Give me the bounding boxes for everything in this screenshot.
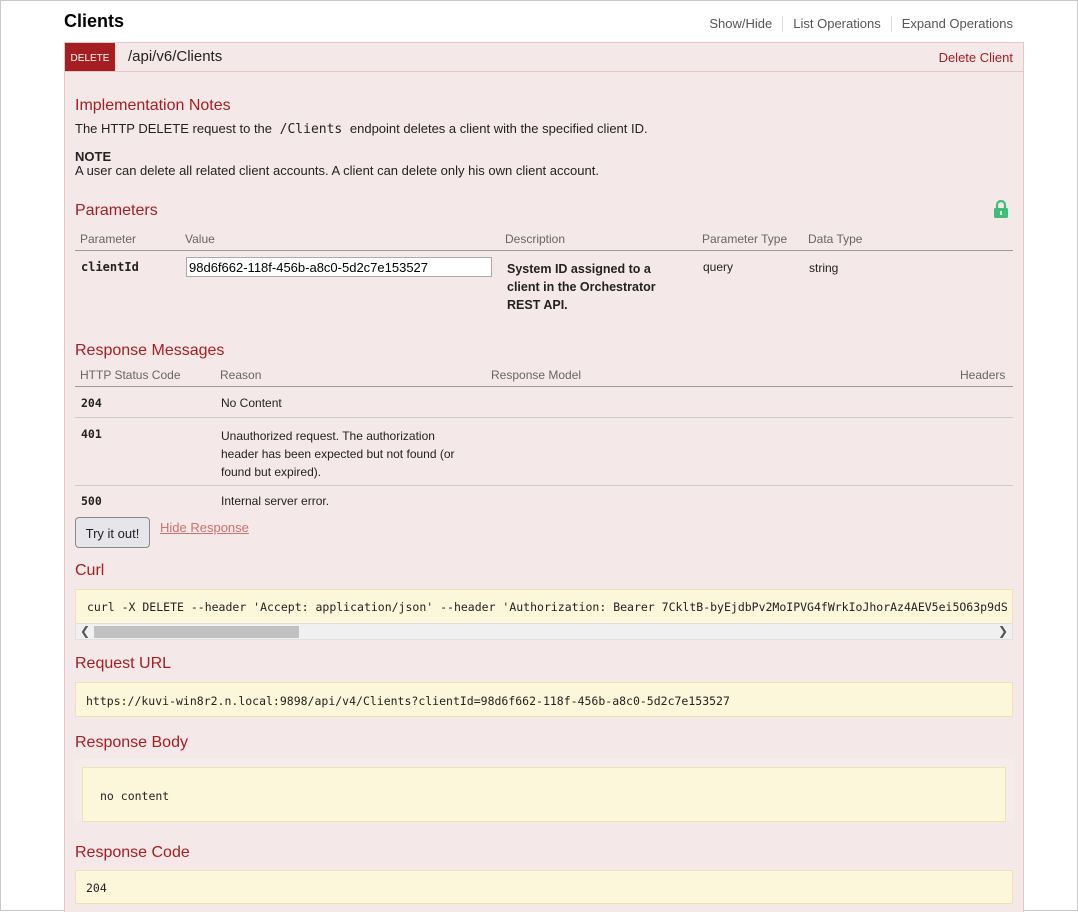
response-code-heading: Response Code <box>75 844 190 861</box>
param-name-clientid: clientId <box>81 260 139 274</box>
curl-command: curl -X DELETE --header 'Accept: applica… <box>75 589 1013 624</box>
resource-header: Clients Show/Hide List Operations Expand… <box>64 1 1024 42</box>
param-col-parameter: Parameter <box>80 232 137 246</box>
lock-icon[interactable] <box>993 199 1009 219</box>
scroll-left-arrow-icon[interactable]: ❮ <box>80 624 90 639</box>
notes-text-after: endpoint deletes a client with the speci… <box>349 121 648 136</box>
reason-line: header has been expected but not found (… <box>221 447 455 461</box>
expand-operations-link[interactable]: Expand Operations <box>892 16 1013 32</box>
show-hide-link[interactable]: Show/Hide <box>699 16 784 32</box>
operation-header[interactable]: DELETE /api/v6/Clients Delete Client <box>65 43 1023 72</box>
reason-500: Internal server error. <box>221 494 330 508</box>
status-code-500: 500 <box>81 494 102 508</box>
reason-line: found but expired). <box>221 465 322 479</box>
reason-204: No Content <box>221 396 282 410</box>
reason-401: Unauthorized request. The authorization … <box>221 427 455 481</box>
param-col-description: Description <box>505 232 566 246</box>
notes-text-before: The HTTP DELETE request to the <box>75 121 273 136</box>
response-body-heading: Response Body <box>75 734 188 751</box>
try-it-out-button[interactable]: Try it out! <box>75 517 150 548</box>
http-method-badge[interactable]: DELETE <box>65 43 115 71</box>
resource-links: Show/Hide List Operations Expand Operati… <box>699 16 1013 32</box>
note-text: A user can delete all related client acc… <box>75 163 599 178</box>
implementation-notes-text: The HTTP DELETE request to the /Clients … <box>75 121 648 137</box>
notes-endpoint-code: /Clients <box>279 122 343 137</box>
request-url-value: https://kuvi-win8r2.n.local:9898/api/v4/… <box>75 682 1013 717</box>
clients-resource: Clients Show/Hide List Operations Expand… <box>64 1 1024 912</box>
response-messages-heading: Response Messages <box>75 342 225 359</box>
data-type-value: string <box>809 261 839 275</box>
delete-operation-panel: DELETE /api/v6/Clients Delete Client Imp… <box>64 42 1024 912</box>
resp-col-model: Response Model <box>491 368 582 382</box>
param-col-data-type: Data Type <box>808 232 863 246</box>
resp-header-rule <box>75 386 1013 387</box>
status-code-204: 204 <box>81 396 102 410</box>
resp-col-status: HTTP Status Code <box>80 368 181 382</box>
request-url-heading: Request URL <box>75 655 172 672</box>
operation-path[interactable]: /api/v6/Clients <box>128 48 222 65</box>
param-type-value: query <box>703 260 734 274</box>
status-code-401: 401 <box>81 427 102 441</box>
param-col-value: Value <box>185 232 215 246</box>
reason-line: Unauthorized request. The authorization <box>221 429 435 443</box>
param-description: System ID assigned to a client in the Or… <box>507 260 656 314</box>
scroll-right-arrow-icon[interactable]: ❯ <box>998 624 1008 639</box>
parameters-heading: Parameters <box>75 202 158 219</box>
implementation-notes-heading: Implementation Notes <box>75 97 231 114</box>
response-body-container: no content <box>75 759 1013 822</box>
param-description-line: REST API. <box>507 298 568 312</box>
resp-row-rule <box>75 485 1013 486</box>
clientid-input[interactable] <box>186 257 492 277</box>
resp-col-headers: Headers <box>960 368 1006 382</box>
param-description-line: client in the Orchestrator <box>507 280 656 294</box>
note-title: NOTE <box>75 149 112 164</box>
param-description-line: System ID assigned to a <box>507 262 651 276</box>
param-header-rule <box>75 250 1013 251</box>
list-operations-link[interactable]: List Operations <box>783 16 892 32</box>
response-body-content: no content <box>82 767 1006 822</box>
scrollbar-thumb[interactable] <box>94 626 299 638</box>
response-code-value: 204 <box>75 870 1013 904</box>
hide-response-link[interactable]: Hide Response <box>160 520 249 535</box>
resource-title[interactable]: Clients <box>64 11 124 32</box>
operation-summary[interactable]: Delete Client <box>939 50 1013 65</box>
resp-col-reason: Reason <box>220 368 262 382</box>
param-col-parameter-type: Parameter Type <box>702 232 788 246</box>
curl-heading: Curl <box>75 562 105 579</box>
curl-horizontal-scrollbar[interactable]: ❮ ❯ <box>75 623 1013 640</box>
resp-row-rule <box>75 417 1013 418</box>
